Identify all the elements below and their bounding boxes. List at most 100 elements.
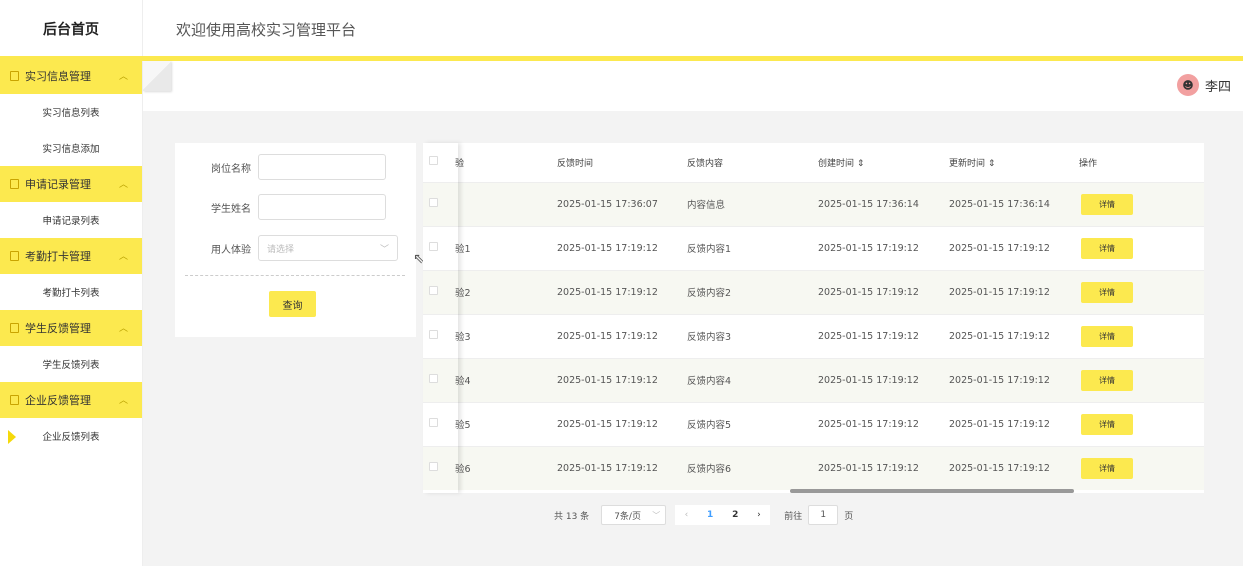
row-select-cell[interactable] bbox=[423, 269, 449, 314]
column-header-sortable[interactable]: 创建时间 ⇕ bbox=[812, 143, 943, 182]
student-name-input[interactable] bbox=[258, 194, 386, 220]
table-cell: 2025-01-15 17:19:12 bbox=[812, 357, 943, 402]
checkbox[interactable] bbox=[429, 330, 438, 339]
arrow-left-icon[interactable]: ‹ bbox=[685, 510, 689, 520]
checkbox[interactable] bbox=[429, 198, 438, 207]
table-cell: 2025-01-15 17:19:12 bbox=[551, 225, 681, 270]
user-menu[interactable]: ☻ 李四 bbox=[1176, 74, 1231, 96]
table-cell: 验2 bbox=[449, 269, 551, 314]
field-experience: 用人体验 请选择 ﹀ bbox=[175, 235, 416, 261]
menu-group-student-feedback[interactable]: 学生反馈管理 ︿ bbox=[0, 310, 142, 346]
select-placeholder: 请选择 bbox=[267, 244, 295, 255]
doc-icon bbox=[10, 251, 19, 261]
table-row: 2025-01-15 17:36:07 内容信息 2025-01-15 17:36:… bbox=[423, 181, 1204, 226]
sidebar-item-application-list[interactable]: 申请记录列表 bbox=[0, 202, 142, 238]
avatar-icon: ☻ bbox=[1176, 74, 1199, 96]
table-cell: 2025-01-15 17:36:14 bbox=[943, 181, 1073, 226]
page-buttons: ‹ 1 2 › bbox=[675, 505, 771, 525]
subheader: ☻ 李四 bbox=[143, 61, 1243, 111]
horizontal-scrollbar[interactable] bbox=[790, 489, 1074, 493]
detail-button[interactable]: 详情 bbox=[1081, 237, 1133, 259]
sidebar-item-attendance-list[interactable]: 考勤打卡列表 bbox=[0, 274, 142, 310]
menu-group-attendance[interactable]: 考勤打卡管理 ︿ bbox=[0, 238, 142, 274]
page-button-1[interactable]: 1 bbox=[707, 510, 713, 520]
brand-home[interactable]: 后台首页 bbox=[0, 0, 142, 58]
table-cell: 验4 bbox=[449, 357, 551, 402]
sidebar-item-internship-list[interactable]: 实习信息列表 bbox=[0, 94, 142, 130]
row-select-cell[interactable] bbox=[423, 313, 449, 358]
table-cell: 验6 bbox=[449, 445, 551, 490]
menu-group-label: 学生反馈管理 bbox=[25, 322, 91, 335]
doc-icon bbox=[10, 323, 19, 333]
checkbox[interactable] bbox=[429, 156, 438, 166]
actions-cell: 详情 bbox=[1073, 313, 1204, 358]
sidebar-item-company-feedback-list[interactable]: 企业反馈列表 bbox=[0, 418, 142, 454]
doc-icon bbox=[10, 395, 19, 405]
menu-group-application[interactable]: 申请记录管理 ︿ bbox=[0, 166, 142, 202]
chevron-up-icon: ︿ bbox=[118, 396, 128, 406]
table-cell: 反馈内容3 bbox=[681, 313, 812, 358]
column-header: 反馈时间 bbox=[557, 158, 594, 169]
user-name: 李四 bbox=[1204, 79, 1231, 95]
chevron-up-icon: ︿ bbox=[118, 252, 128, 262]
table-row: 验3 2025-01-15 17:19:12 反馈内容3 2025-01-15 17:… bbox=[423, 313, 1204, 358]
table-header-row: 验 反馈时间 反馈内容 创建时间 ⇕ 更新时间 ⇕ 操作 bbox=[423, 143, 1204, 182]
query-button[interactable]: 查询 bbox=[269, 291, 316, 317]
table-cell: 2025-01-15 17:19:12 bbox=[812, 269, 943, 314]
checkbox[interactable] bbox=[429, 374, 438, 383]
search-panel: 岗位名称 学生姓名 用人体验 请选择 ﹀ 查询 bbox=[175, 143, 416, 337]
table-cell: 2025-01-15 17:19:12 bbox=[551, 313, 681, 358]
table-row: 验4 2025-01-15 17:19:12 反馈内容4 2025-01-15 17:… bbox=[423, 357, 1204, 402]
menu-group-label: 考勤打卡管理 bbox=[25, 250, 91, 263]
table-cell: 内容信息 bbox=[681, 181, 812, 226]
arrow-right-icon[interactable]: › bbox=[757, 510, 761, 520]
detail-button[interactable]: 详情 bbox=[1081, 457, 1133, 479]
sidebar-item-label: 企业反馈列表 bbox=[42, 432, 100, 443]
doc-icon bbox=[10, 71, 19, 81]
sidebar-item-internship-add[interactable]: 实习信息添加 bbox=[0, 130, 142, 166]
table-cell: 2025-01-15 17:19:12 bbox=[551, 445, 681, 490]
table-cell: 2025-01-15 17:19:12 bbox=[812, 313, 943, 358]
experience-select[interactable]: 请选择 ﹀ bbox=[258, 235, 398, 261]
select-all-header[interactable] bbox=[423, 143, 449, 182]
checkbox[interactable] bbox=[429, 242, 438, 251]
row-select-cell[interactable] bbox=[423, 401, 449, 446]
column-header: 反馈内容 bbox=[687, 158, 724, 169]
menu-group-company-feedback[interactable]: 企业反馈管理 ︿ bbox=[0, 382, 142, 418]
page-button-2[interactable]: 2 bbox=[732, 510, 738, 520]
table-cell: 2025-01-15 17:19:12 bbox=[812, 445, 943, 490]
detail-button[interactable]: 详情 bbox=[1081, 369, 1133, 391]
detail-button[interactable]: 详情 bbox=[1081, 325, 1133, 347]
column-header-sortable[interactable]: 更新时间 ⇕ bbox=[943, 143, 1073, 182]
menu-group-label: 申请记录管理 bbox=[25, 178, 91, 191]
row-select-cell[interactable] bbox=[423, 181, 449, 226]
checkbox[interactable] bbox=[429, 418, 438, 427]
goto-page-input[interactable]: 1 bbox=[808, 505, 839, 525]
table-cell: 验1 bbox=[449, 225, 551, 270]
chevron-down-icon: ﹀ bbox=[652, 511, 661, 520]
detail-button[interactable]: 详情 bbox=[1081, 193, 1133, 215]
detail-button[interactable]: 详情 bbox=[1081, 413, 1133, 435]
row-select-cell[interactable] bbox=[423, 225, 449, 270]
row-select-cell[interactable] bbox=[423, 445, 449, 490]
goto-label: 前往 bbox=[784, 511, 803, 522]
sidebar-item-student-feedback-list[interactable]: 学生反馈列表 bbox=[0, 346, 142, 382]
menu-group-label: 企业反馈管理 bbox=[25, 394, 91, 407]
checkbox[interactable] bbox=[429, 286, 438, 295]
table-row: 验1 2025-01-15 17:19:12 反馈内容1 2025-01-15 17:… bbox=[423, 225, 1204, 270]
checkbox[interactable] bbox=[429, 462, 438, 472]
data-table: 验 反馈时间 反馈内容 创建时间 ⇕ 更新时间 ⇕ 操作 2025-01-15 … bbox=[423, 143, 1204, 493]
menu-group-label: 实习信息管理 bbox=[25, 70, 91, 83]
position-name-input[interactable] bbox=[258, 154, 386, 180]
actions-cell: 详情 bbox=[1073, 181, 1204, 226]
menu-group-internship[interactable]: 实习信息管理 ︿ bbox=[0, 58, 142, 94]
collapse-toggle-icon[interactable] bbox=[143, 61, 171, 91]
chevron-up-icon: ︿ bbox=[118, 324, 128, 334]
actions-cell: 详情 bbox=[1073, 225, 1204, 270]
detail-button[interactable]: 详情 bbox=[1081, 281, 1133, 303]
chevron-up-icon: ︿ bbox=[118, 180, 128, 190]
table-cell: 反馈内容4 bbox=[681, 357, 812, 402]
row-select-cell[interactable] bbox=[423, 357, 449, 402]
table-row: 验2 2025-01-15 17:19:12 反馈内容2 2025-01-15 17:… bbox=[423, 269, 1204, 314]
page-size-select[interactable]: 7条/页 ﹀ bbox=[601, 505, 667, 525]
